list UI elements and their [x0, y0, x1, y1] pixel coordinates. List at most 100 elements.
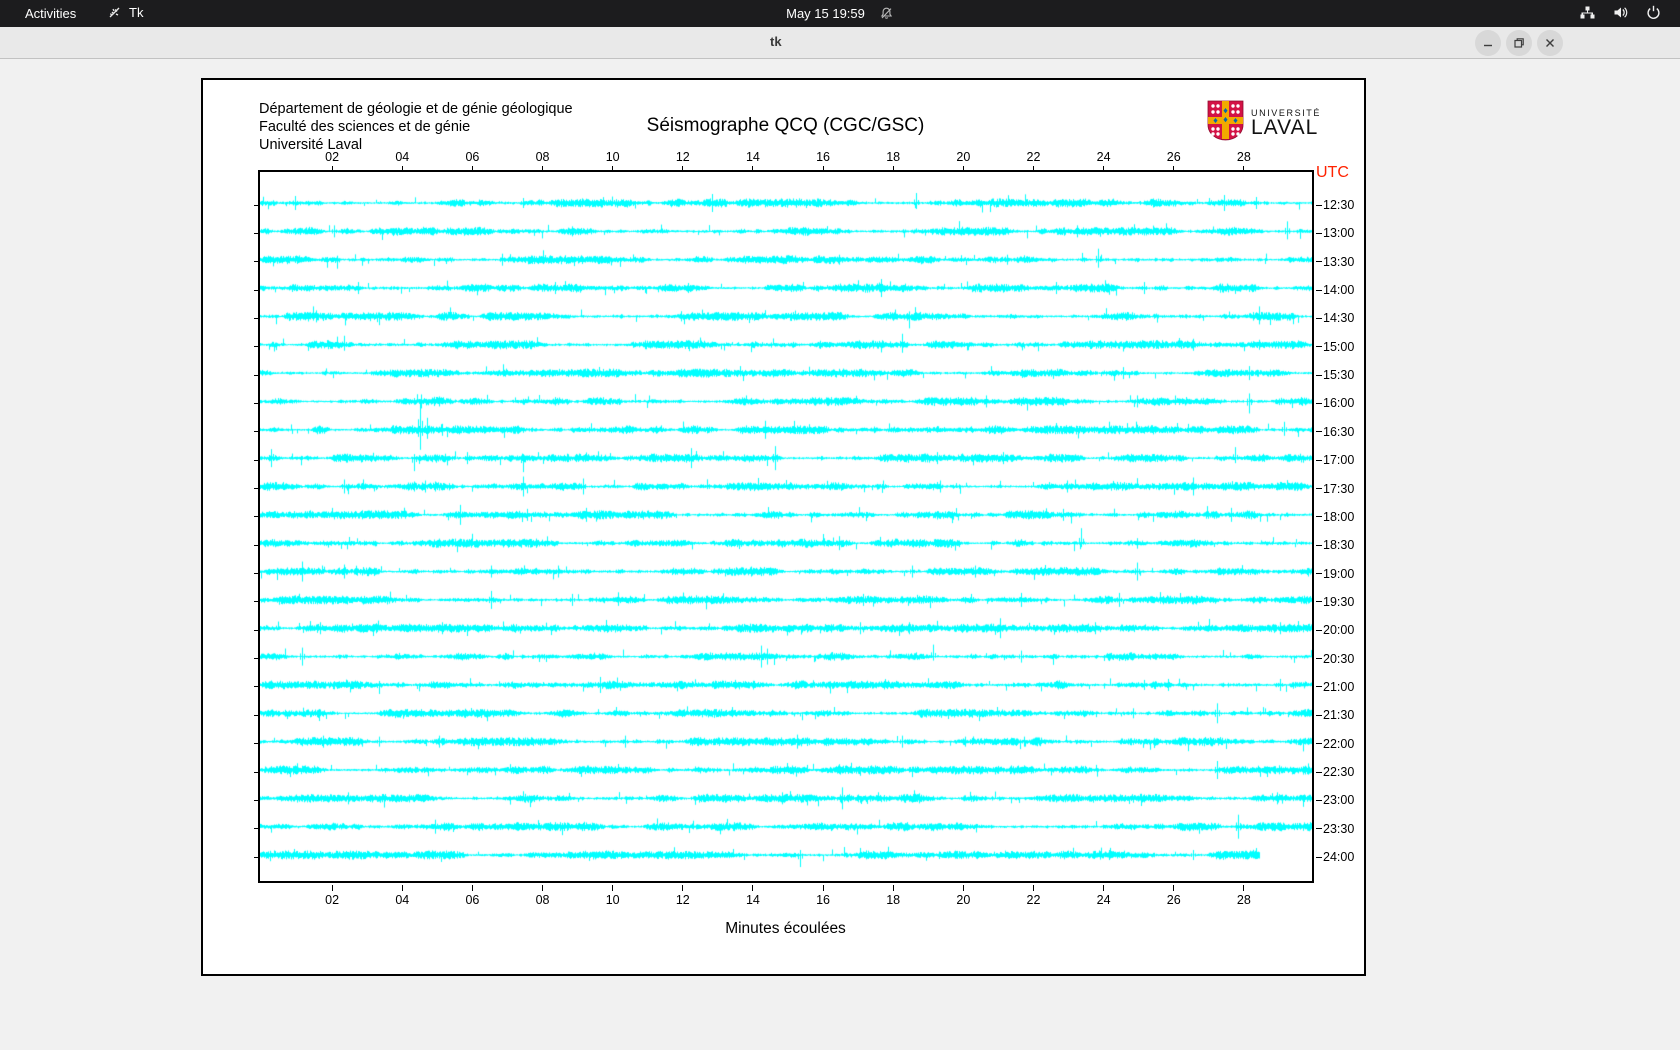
trace-time-label: 16:30: [1323, 424, 1355, 439]
seismogram-canvas: [260, 172, 1312, 881]
x-axis-tick-label-top: 10: [605, 150, 620, 164]
trace-time-label: 13:00: [1323, 226, 1355, 241]
x-axis-tick-bottom: [1103, 885, 1105, 891]
trace-tick-left: [254, 317, 260, 319]
trace-time-label: 21:30: [1323, 708, 1355, 723]
trace-tick-right: [1316, 204, 1322, 206]
trace-tick-right: [1316, 261, 1322, 263]
x-axis-tick-label-bottom: 18: [886, 893, 901, 907]
x-axis-tick-label-bottom: 28: [1236, 893, 1251, 907]
trace-time-label: 24:00: [1323, 850, 1355, 865]
trace-tick-right: [1316, 516, 1322, 518]
x-axis-tick-label-bottom: 26: [1166, 893, 1181, 907]
activities-button[interactable]: Activities: [25, 6, 76, 21]
gnome-top-bar: Activities Tk May 15 19:59: [0, 0, 1680, 27]
trace-time-label: 23:30: [1323, 821, 1355, 836]
trace-time-label: 21:00: [1323, 679, 1355, 694]
x-axis-tick-top: [1173, 166, 1175, 172]
trace-tick-right: [1316, 799, 1322, 801]
trace-tick-right: [1316, 686, 1322, 688]
trace-tick-left: [254, 573, 260, 575]
trace-tick-right: [1316, 544, 1322, 546]
x-axis-tick-top: [331, 166, 333, 172]
trace-tick-left: [254, 204, 260, 206]
x-axis-tick-top: [471, 166, 473, 172]
x-axis-tick-label-top: 02: [325, 150, 340, 164]
focused-app-name: Tk: [129, 5, 144, 20]
focused-app-indicator[interactable]: Tk: [107, 5, 143, 20]
trace-tick-left: [254, 544, 260, 546]
x-axis-tick-label-top: 14: [745, 150, 760, 164]
x-axis-tick-top: [401, 166, 403, 172]
x-axis-tick-top: [962, 166, 964, 172]
bell-muted-icon: [879, 6, 894, 21]
trace-tick-right: [1316, 402, 1322, 404]
x-axis-tick-top: [1103, 166, 1105, 172]
trace-tick-right: [1316, 601, 1322, 603]
tk-app-content: Département de géologie et de génie géol…: [0, 60, 1680, 1050]
utc-label: UTC: [1316, 164, 1349, 181]
trace-tick-left: [254, 828, 260, 830]
system-tray[interactable]: [1579, 4, 1662, 21]
x-axis-tick-bottom: [682, 885, 684, 891]
trace-tick-left: [254, 289, 260, 291]
trace-tick-left: [254, 799, 260, 801]
trace-time-label: 22:30: [1323, 765, 1355, 779]
trace-tick-right: [1316, 232, 1322, 234]
trace-tick-right: [1316, 317, 1322, 319]
trace-tick-left: [254, 488, 260, 489]
trace-tick-right: [1316, 573, 1322, 575]
x-axis-tick-label-bottom: 24: [1096, 893, 1111, 907]
x-axis-tick-bottom: [1243, 885, 1245, 891]
window-title: tk: [770, 34, 782, 49]
x-axis-tick-bottom: [752, 885, 754, 891]
trace-tick-left: [254, 346, 260, 348]
trace-time-label: 15:30: [1323, 368, 1355, 383]
universite-laval-logo: UNIVERSITÉ LAVAL: [1207, 100, 1321, 146]
x-axis-tick-label-bottom: 12: [675, 893, 690, 907]
trace-time-label: 18:00: [1323, 509, 1355, 524]
x-axis-tick-label-top: 08: [535, 150, 550, 164]
trace-tick-left: [254, 402, 260, 404]
trace-tick-right: [1316, 714, 1322, 716]
clock[interactable]: May 15 19:59: [786, 6, 865, 21]
trace-time-label: 12:30: [1323, 198, 1355, 212]
logo-text-laval: LAVAL: [1251, 116, 1319, 139]
window-titlebar[interactable]: tk: [0, 27, 1680, 59]
x-axis-tick-bottom: [471, 885, 473, 891]
x-axis-tick-label-top: 20: [956, 150, 971, 164]
trace-time-label: 17:00: [1323, 453, 1355, 468]
x-axis-tick-bottom: [1173, 885, 1175, 891]
trace-tick-left: [254, 516, 260, 518]
maximize-button[interactable]: [1506, 30, 1532, 56]
x-axis-tick-label-bottom: 22: [1026, 893, 1041, 907]
trace-time-label: 19:30: [1323, 594, 1355, 609]
x-axis-tick-label-top: 24: [1096, 150, 1111, 164]
x-axis-tick-label-top: 12: [675, 150, 690, 164]
x-axis-tick-label-top: 16: [816, 150, 831, 164]
x-axis-tick-bottom: [1032, 885, 1034, 891]
minimize-button[interactable]: [1475, 30, 1501, 56]
trace-tick-left: [254, 856, 260, 858]
x-axis-tick-top: [542, 166, 544, 172]
page-title: Séismographe QCQ (CGC/GSC): [646, 115, 925, 136]
trace-tick-left: [254, 771, 260, 773]
trace-tick-right: [1316, 431, 1322, 433]
trace-tick-left: [254, 743, 260, 745]
x-axis-tick-label-bottom: 10: [605, 893, 620, 907]
x-axis-tick-bottom: [612, 885, 614, 891]
x-axis-tick-label-bottom: 02: [325, 893, 340, 907]
x-axis-tick-label-bottom: 14: [745, 893, 760, 907]
close-button[interactable]: [1537, 30, 1563, 56]
trace-tick-left: [254, 261, 260, 263]
x-axis-tick-bottom: [962, 885, 964, 891]
x-axis-tick-top: [892, 166, 894, 172]
trace-time-label: 16:00: [1323, 396, 1355, 411]
x-axis-title: Minutes écoulées: [725, 920, 846, 937]
trace-tick-left: [254, 459, 260, 461]
trace-tick-left: [254, 601, 260, 603]
trace-tick-right: [1316, 346, 1322, 348]
seismograph-panel: Département de géologie et de génie géol…: [201, 78, 1366, 976]
x-axis-tick-label-bottom: 20: [956, 893, 971, 907]
trace-tick-left: [254, 232, 260, 234]
